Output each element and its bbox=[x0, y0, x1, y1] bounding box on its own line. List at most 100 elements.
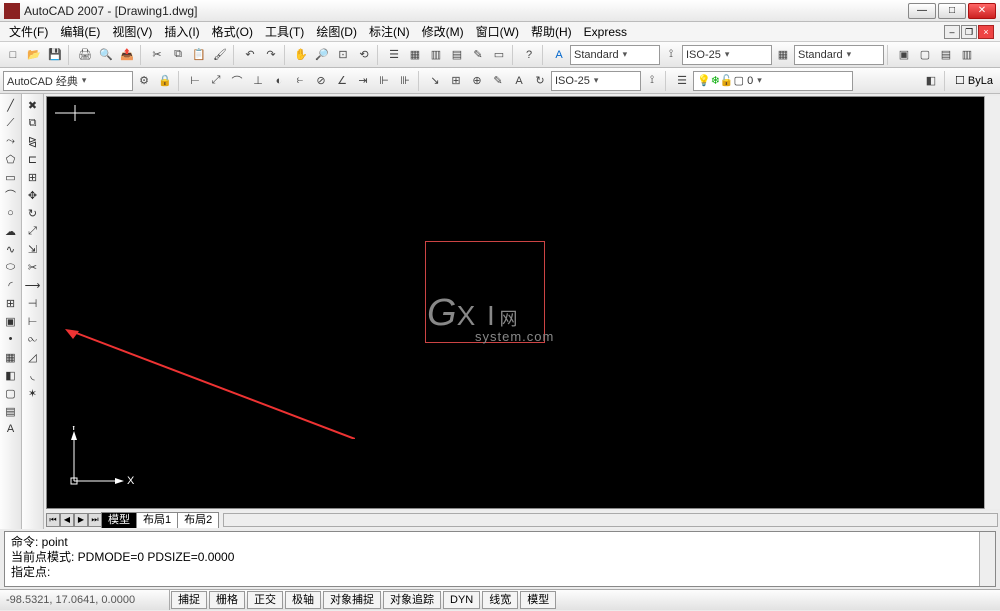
dim-aligned-icon[interactable]: ⤢ bbox=[206, 71, 226, 91]
textstyle-dropdown[interactable]: Standard bbox=[570, 45, 660, 65]
dim-linear-icon[interactable]: ⊢ bbox=[185, 71, 205, 91]
status-osnap[interactable]: 对象捕捉 bbox=[323, 591, 381, 609]
open-icon[interactable]: 📂 bbox=[24, 45, 44, 65]
match-icon[interactable]: 🖌 bbox=[210, 45, 230, 65]
line-icon[interactable]: ╱ bbox=[2, 96, 20, 114]
polygon-icon[interactable]: ⬠ bbox=[2, 150, 20, 168]
markup-icon[interactable]: ✎ bbox=[468, 45, 488, 65]
horizontal-scrollbar[interactable] bbox=[223, 513, 998, 527]
layer-dropdown[interactable]: 💡❄🔓▢ 0 bbox=[693, 71, 853, 91]
mtext-icon[interactable]: A bbox=[2, 420, 20, 438]
dim-ordinate-icon[interactable]: ⊥ bbox=[248, 71, 268, 91]
print-icon[interactable]: 🖨 bbox=[75, 45, 95, 65]
gradient-icon[interactable]: ◧ bbox=[2, 366, 20, 384]
workspace-dropdown[interactable]: AutoCAD 经典 bbox=[3, 71, 133, 91]
copy-icon[interactable]: ⧉ bbox=[168, 45, 188, 65]
trim-icon[interactable]: ✂ bbox=[24, 258, 42, 276]
cmd-scrollbar[interactable] bbox=[979, 532, 995, 586]
table-icon[interactable]: ▤ bbox=[2, 402, 20, 420]
dim-continue-icon[interactable]: ⊪ bbox=[395, 71, 415, 91]
tab-layout1[interactable]: 布局1 bbox=[136, 512, 178, 528]
status-lwt[interactable]: 线宽 bbox=[482, 591, 518, 609]
dimstyle-mgr-icon[interactable]: ⟟ bbox=[642, 71, 662, 91]
arc-icon[interactable]: ⌒ bbox=[2, 186, 20, 204]
close-button[interactable]: ✕ bbox=[968, 3, 996, 19]
status-model[interactable]: 模型 bbox=[520, 591, 556, 609]
circle-icon[interactable]: ○ bbox=[2, 204, 20, 222]
region-icon[interactable]: ▢ bbox=[2, 384, 20, 402]
menu-draw[interactable]: 绘图(D) bbox=[311, 22, 362, 41]
dimstyle-current-dropdown[interactable]: ISO-25 bbox=[551, 71, 641, 91]
tab-next-button[interactable]: ▶ bbox=[74, 513, 88, 527]
hatch-icon[interactable]: ▦ bbox=[2, 348, 20, 366]
dim-jogged-icon[interactable]: ⥼ bbox=[290, 71, 310, 91]
xline-icon[interactable]: ⟋ bbox=[2, 114, 20, 132]
zoom-win-icon[interactable]: ⊡ bbox=[333, 45, 353, 65]
zoom-prev-icon[interactable]: ⟲ bbox=[354, 45, 374, 65]
dim-center-icon[interactable]: ⊕ bbox=[467, 71, 487, 91]
tablestyle-dropdown[interactable]: Standard bbox=[794, 45, 884, 65]
status-polar[interactable]: 极轴 bbox=[285, 591, 321, 609]
ssm-icon[interactable]: ▤ bbox=[447, 45, 467, 65]
paste-icon[interactable]: 📋 bbox=[189, 45, 209, 65]
scale-icon[interactable]: ⤢ bbox=[24, 222, 42, 240]
block-icon[interactable]: ▢ bbox=[915, 45, 935, 65]
extend-icon[interactable]: ⟶ bbox=[24, 276, 42, 294]
insert-block-icon[interactable]: ⊞ bbox=[2, 294, 20, 312]
menu-express[interactable]: Express bbox=[579, 24, 632, 40]
preview-icon[interactable]: 🔍 bbox=[96, 45, 116, 65]
point-icon[interactable]: • bbox=[2, 330, 20, 348]
ws-settings-icon[interactable]: ⚙ bbox=[134, 71, 154, 91]
properties-icon[interactable]: ☰ bbox=[384, 45, 404, 65]
dim-edit-icon[interactable]: ✎ bbox=[488, 71, 508, 91]
dim-quick-icon[interactable]: ⇥ bbox=[353, 71, 373, 91]
layer-prev-icon[interactable]: ◧ bbox=[921, 71, 941, 91]
stretch-icon[interactable]: ⇲ bbox=[24, 240, 42, 258]
command-line[interactable]: 命令: point 当前点模式: PDMODE=0 PDSIZE=0.0000 … bbox=[4, 531, 996, 587]
menu-help[interactable]: 帮助(H) bbox=[526, 22, 577, 41]
dim-tolerance-icon[interactable]: ⊞ bbox=[446, 71, 466, 91]
layer-mgr-icon[interactable]: ☰ bbox=[672, 71, 692, 91]
wblock-icon[interactable]: ▣ bbox=[894, 45, 914, 65]
help-icon[interactable]: ? bbox=[519, 45, 539, 65]
offset-icon[interactable]: ⊏ bbox=[24, 150, 42, 168]
polyline-icon[interactable]: ⤳ bbox=[2, 132, 20, 150]
erase-icon[interactable]: ✖ bbox=[24, 96, 42, 114]
mdi-close-button[interactable]: × bbox=[978, 25, 994, 39]
menu-file[interactable]: 文件(F) bbox=[4, 22, 53, 41]
dim-radius-icon[interactable]: ◐ bbox=[269, 71, 289, 91]
dim-diameter-icon[interactable]: ⊘ bbox=[311, 71, 331, 91]
status-dyn[interactable]: DYN bbox=[443, 591, 480, 609]
menu-edit[interactable]: 编辑(E) bbox=[55, 22, 105, 41]
break-icon[interactable]: ⊢ bbox=[24, 312, 42, 330]
mdi-minimize-button[interactable]: – bbox=[944, 25, 960, 39]
chamfer-icon[interactable]: ◿ bbox=[24, 348, 42, 366]
tab-model[interactable]: 模型 bbox=[101, 512, 137, 528]
status-otrack[interactable]: 对象追踪 bbox=[383, 591, 441, 609]
maximize-button[interactable]: □ bbox=[938, 3, 966, 19]
menu-modify[interactable]: 修改(M) bbox=[417, 22, 469, 41]
menu-insert[interactable]: 插入(I) bbox=[159, 22, 204, 41]
join-icon[interactable]: ⧜ bbox=[24, 330, 42, 348]
ws-lock-icon[interactable]: 🔒 bbox=[155, 71, 175, 91]
rotate-icon[interactable]: ↻ bbox=[24, 204, 42, 222]
explode-icon[interactable]: ✶ bbox=[24, 384, 42, 402]
ellipse-arc-icon[interactable]: ◜ bbox=[2, 276, 20, 294]
rectangle-icon[interactable]: ▭ bbox=[2, 168, 20, 186]
ellipse-icon[interactable]: ⬭ bbox=[2, 258, 20, 276]
pan-icon[interactable]: ✋ bbox=[291, 45, 311, 65]
status-ortho[interactable]: 正交 bbox=[247, 591, 283, 609]
dimstyle-icon[interactable]: ⟟ bbox=[661, 45, 681, 65]
mirror-icon[interactable]: ⧎ bbox=[24, 132, 42, 150]
copy-obj-icon[interactable]: ⧉ bbox=[24, 114, 42, 132]
vertical-scrollbar[interactable] bbox=[984, 96, 1000, 509]
make-block-icon[interactable]: ▣ bbox=[2, 312, 20, 330]
array-icon[interactable]: ⊞ bbox=[24, 168, 42, 186]
tablestyle-icon[interactable]: ▦ bbox=[773, 45, 793, 65]
dim-baseline-icon[interactable]: ⊩ bbox=[374, 71, 394, 91]
cut-icon[interactable]: ✂ bbox=[147, 45, 167, 65]
zoom-rt-icon[interactable]: 🔎 bbox=[312, 45, 332, 65]
menu-window[interactable]: 窗口(W) bbox=[471, 22, 524, 41]
mdi-restore-button[interactable]: ❐ bbox=[961, 25, 977, 39]
xref-icon[interactable]: ▤ bbox=[936, 45, 956, 65]
